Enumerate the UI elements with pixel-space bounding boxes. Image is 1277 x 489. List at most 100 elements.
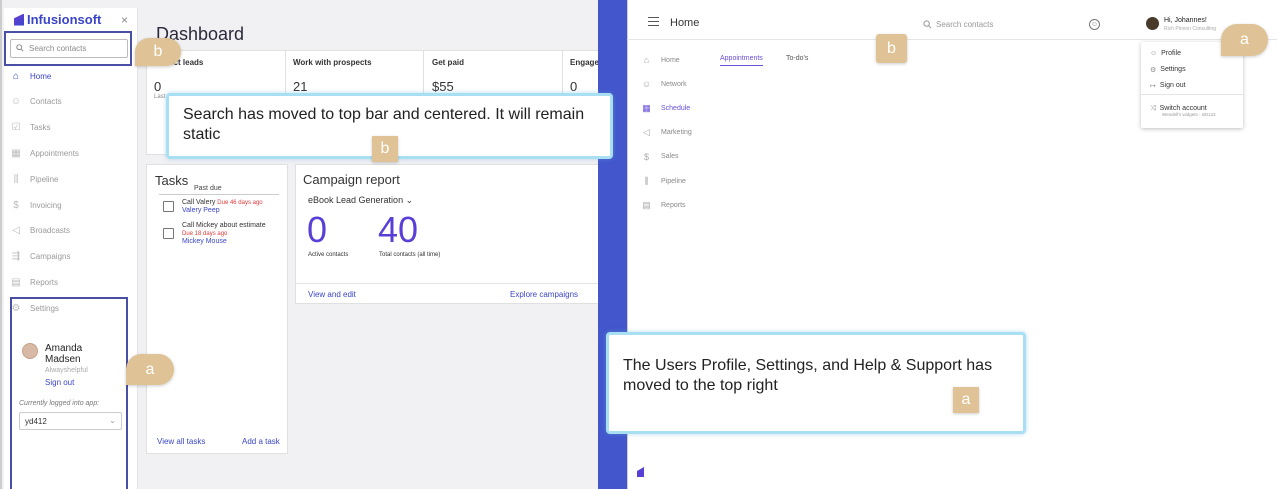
active-contacts-label: Active contacts (308, 252, 349, 258)
sidebar-item-pipeline[interactable]: ⫼ Pipeline (641, 175, 686, 187)
profile-callout: The Users Profile, Settings, and Help & … (606, 332, 1026, 434)
task-contact-link[interactable]: Mickey Mouse (182, 238, 227, 245)
menu-divider (1141, 94, 1243, 95)
add-task-link[interactable]: Add a task (242, 437, 280, 446)
report-icon: ▤ (642, 199, 651, 210)
sidebar-item-invoicing[interactable]: $ Invoicing (10, 199, 62, 211)
kpi-value: 0 (570, 79, 578, 94)
chevron-down-icon: ⌄ (109, 416, 116, 425)
task-checkbox[interactable] (163, 201, 174, 212)
card-divider (295, 283, 598, 284)
tab-todos[interactable]: To-do's (786, 55, 808, 62)
app-select[interactable]: yd412 ⌄ (19, 412, 122, 430)
total-contacts-label: Total contacts (all time) (379, 252, 441, 258)
sidebar-item-label: Home (661, 56, 680, 64)
sidebar-item-label: Contacts (30, 97, 62, 107)
menu-item-settings[interactable]: ⚙ Settings (1150, 66, 1186, 74)
chevron-down-icon: ⌄ (405, 195, 414, 205)
campaign-select[interactable]: eBook Lead Generation ⌄ (308, 195, 413, 206)
sidebar-item-label: Broadcasts (30, 226, 71, 236)
sidebar-item-label: Appointments (30, 148, 79, 158)
search-highlight-box (4, 31, 132, 66)
sidebar-item-label: Campaigns (30, 252, 71, 262)
sidebar-item-label: Pipeline (30, 174, 59, 184)
sign-out-link[interactable]: Sign out (45, 378, 74, 387)
sidebar-item-marketing[interactable]: ◁ Marketing (641, 127, 692, 139)
section-divider (159, 194, 279, 195)
comparison-screenshot: Dashboard Collect leads 0 Last 30 days W… (0, 0, 1277, 489)
menu-item-sign-out[interactable]: ↦ Sign out (1150, 82, 1186, 90)
task-title: Call Valery (182, 199, 216, 206)
calendar-icon: ▦ (642, 102, 651, 113)
sidebar-item-tasks[interactable]: ☑ Tasks (10, 122, 51, 134)
tab-appointments[interactable]: Appointments (720, 55, 763, 66)
avatar[interactable] (1146, 17, 1159, 30)
marker-b: b (135, 38, 181, 66)
top-search-input[interactable]: Search contacts (923, 20, 993, 29)
sidebar-item-label: Invoicing (30, 200, 62, 210)
sidebar-item-sales[interactable]: $ Sales (641, 151, 679, 163)
person-icon: ☺ (641, 79, 652, 90)
sidebar-item-label: Tasks (30, 123, 51, 133)
sidebar-item-label: Reports (30, 277, 59, 287)
view-edit-link[interactable]: View and edit (308, 290, 356, 299)
kpi-value: 21 (293, 79, 308, 94)
sidebar-item-contacts[interactable]: ☺ Contacts (10, 96, 62, 108)
old-ui-panel: Dashboard Collect leads 0 Last 30 days W… (0, 0, 598, 489)
sidebar-item-pipeline[interactable]: ⫼ Pipeline (10, 173, 59, 185)
sidebar-item-schedule[interactable]: ▦ Schedule (641, 102, 690, 114)
home-icon: ⌂ (12, 70, 20, 82)
view-all-tasks-link[interactable]: View all tasks (157, 437, 205, 446)
kpi-title: Get paid (432, 58, 465, 67)
brand-logo: Infusionsoft (14, 12, 101, 27)
sidebar-item-label: Reports (661, 201, 686, 209)
calendar-icon: ▦ (11, 147, 21, 159)
marker-b: b (876, 34, 907, 63)
marker-a: a (1221, 24, 1268, 56)
explore-campaigns-link[interactable]: Explore campaigns (510, 290, 578, 299)
sidebar-item-reports[interactable]: ▤ Reports (10, 276, 58, 288)
callout-tag-a: a (953, 387, 979, 413)
sidebar-item-network[interactable]: ☺ Network (641, 78, 687, 90)
callout-tag-b: b (372, 136, 398, 162)
signout-icon: ↦ (1150, 83, 1156, 90)
sidebar-item-label: Home (30, 71, 52, 81)
sidebar-item-broadcasts[interactable]: ◁ Broadcasts (10, 225, 70, 237)
switch-account-detail: Wendell's widgets - Id0123 (1162, 112, 1216, 117)
total-contacts-value: 40 (378, 209, 419, 250)
avatar[interactable] (22, 343, 38, 359)
user-greeting[interactable]: Hi, Johannes! Rich Pinnon Consulting (1164, 17, 1216, 33)
marker-a: a (126, 354, 174, 385)
task-due: Due 46 days ago (217, 200, 263, 206)
task-checkbox[interactable] (163, 228, 174, 239)
top-title: Home (670, 17, 700, 29)
kpi-value: $55 (432, 79, 454, 94)
sidebar-item-label: Schedule (661, 104, 691, 112)
sidebar-item-label: Sales (661, 153, 679, 161)
switch-icon: ⤨ (1150, 105, 1156, 112)
sidebar-item-home[interactable]: ⌂ Home (10, 70, 51, 82)
help-icon[interactable]: ☺ (1089, 19, 1100, 30)
pipeline-icon: ⫼ (644, 175, 649, 186)
user-tagline: Alwayshelpful (45, 367, 88, 374)
sidebar-item-campaigns[interactable]: ⇶ Campaigns (10, 251, 71, 263)
hamburger-menu-icon[interactable] (648, 17, 659, 26)
sidebar-item-home[interactable]: ⌂ Home (641, 54, 680, 66)
person-icon: ☺ (1150, 50, 1158, 57)
close-icon[interactable]: × (121, 13, 128, 27)
sidebar-item-label: Marketing (661, 129, 692, 137)
home-icon: ⌂ (643, 55, 650, 65)
sidebar-item-reports[interactable]: ▤ Reports (641, 199, 686, 211)
sidebar-item-appointments[interactable]: ▦ Appointments (10, 147, 79, 159)
user-name: Amanda Madsen (45, 343, 83, 365)
infusionsoft-logo-icon (14, 13, 24, 26)
checklist-icon: ☑ (11, 122, 21, 134)
menu-item-profile[interactable]: ☺ Profile (1150, 50, 1181, 57)
campaign-icon: ⇶ (11, 251, 21, 263)
task-contact-link[interactable]: Valery Peep (182, 207, 220, 214)
logged-in-label: Currently logged into app: (19, 400, 100, 407)
gear-icon: ⚙ (1150, 67, 1157, 74)
megaphone-icon: ◁ (12, 225, 20, 237)
kpi-title: Work with prospects (293, 58, 372, 67)
tasks-title: Tasks (155, 173, 189, 188)
